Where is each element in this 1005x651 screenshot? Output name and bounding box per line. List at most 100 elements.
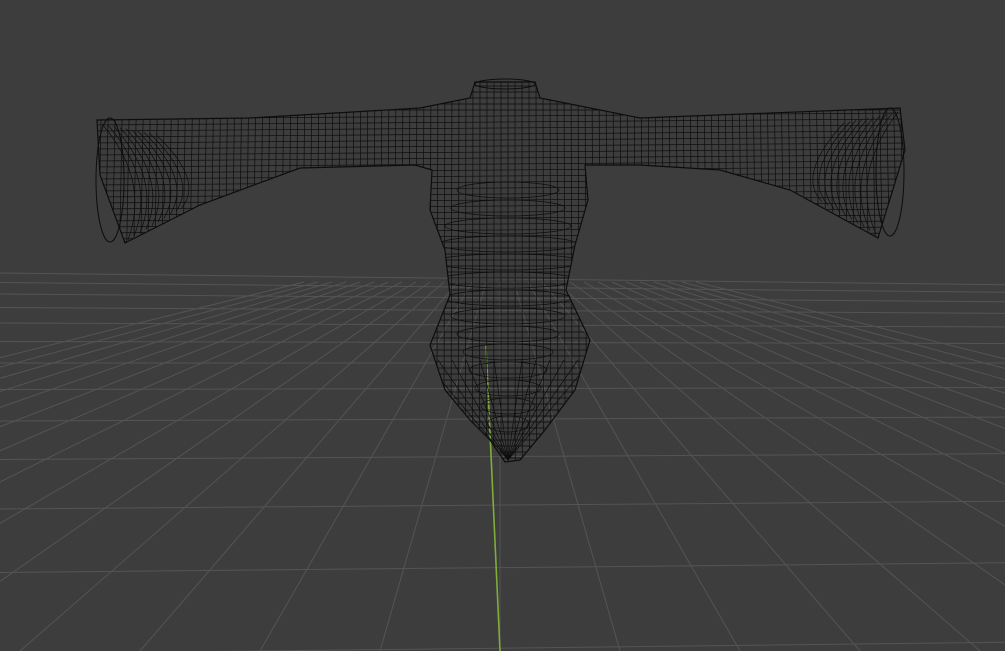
grid-row-line xyxy=(0,500,1005,510)
mesh-edge-vertical xyxy=(675,82,680,462)
mesh-edge-vertical xyxy=(136,82,145,462)
mesh-edge-vertical xyxy=(710,82,716,462)
mesh-edge-vertical xyxy=(619,82,623,462)
mesh-edge-vertical xyxy=(100,82,110,462)
mesh-edge-vertical xyxy=(414,82,418,462)
mesh-edge-vertical xyxy=(300,82,306,462)
mesh-edge-vertical xyxy=(279,82,285,462)
mesh-edge-vertical xyxy=(654,82,659,462)
mesh-edge-vertical xyxy=(907,70,915,470)
3d-viewport[interactable] xyxy=(0,0,1005,651)
mesh-edge-vertical xyxy=(436,82,439,462)
mesh-edge-horizontal xyxy=(97,184,905,192)
mesh-edge-vertical xyxy=(150,82,159,462)
mesh-edge-vertical xyxy=(157,82,166,462)
grid-row-line xyxy=(0,293,1005,303)
mesh-edge-vertical xyxy=(822,82,830,462)
floor-grid xyxy=(0,272,1005,651)
grid-column-line xyxy=(0,281,389,452)
mesh-edge-vertical xyxy=(563,82,566,462)
mesh-edge-vertical xyxy=(871,82,880,462)
mesh-edge-vertical xyxy=(773,82,780,462)
mesh-edge-curve xyxy=(842,116,875,220)
mesh-edge-horizontal xyxy=(97,166,905,174)
grid-column-line xyxy=(583,281,1005,527)
grid-column-line xyxy=(681,281,1005,370)
neck-opening xyxy=(474,78,536,90)
grid-column-line xyxy=(695,281,1005,360)
grid-column-line xyxy=(0,281,319,368)
mesh-edge-vertical xyxy=(457,82,460,462)
mesh-edge-vertical xyxy=(892,82,902,462)
mesh-edge-vertical xyxy=(605,82,609,462)
mesh-edge-vertical xyxy=(379,82,383,462)
mesh-edge-vertical xyxy=(829,82,837,462)
mesh-edge-vertical xyxy=(682,82,687,462)
mesh-edge-vertical xyxy=(661,82,666,462)
mesh-edge-vertical xyxy=(591,82,595,462)
mesh-edge-vertical xyxy=(422,82,425,462)
grid-column-line xyxy=(625,281,1005,430)
mesh-edge-vertical xyxy=(577,82,580,462)
mesh-edge-vertical xyxy=(885,82,894,462)
grid-column-line xyxy=(0,281,333,379)
viewport-canvas[interactable] xyxy=(0,0,1005,651)
mesh-edge-horizontal xyxy=(97,172,905,180)
mesh-edge-vertical xyxy=(738,82,745,462)
mesh-edge-vertical xyxy=(696,82,702,462)
mesh-edge-vertical xyxy=(314,82,320,462)
right-sleeve-cuff xyxy=(875,107,905,237)
mesh-edge-vertical xyxy=(336,82,341,462)
mesh-edge-vertical xyxy=(129,82,138,462)
grid-column-line xyxy=(0,281,417,524)
mesh-edge-vertical xyxy=(766,82,773,462)
grid-column-line xyxy=(139,281,459,651)
mesh-edge-vertical xyxy=(393,82,397,462)
grid-column-line xyxy=(541,281,861,651)
mesh-edge-vertical xyxy=(668,82,673,462)
mesh-edge-vertical xyxy=(794,82,802,462)
mesh-edge-vertical xyxy=(703,82,709,462)
mesh-edge-horizontal xyxy=(97,202,905,210)
mesh-edge-vertical xyxy=(759,82,766,462)
mesh-edge-vertical xyxy=(350,82,355,462)
mesh-edge-horizontal xyxy=(97,190,905,198)
mesh-edge-vertical xyxy=(407,82,411,462)
mesh-edge-vertical xyxy=(386,82,390,462)
mesh-edge-vertical xyxy=(864,82,873,462)
mesh-edge-vertical xyxy=(307,82,313,462)
mesh-edge-vertical xyxy=(357,82,362,462)
mesh-edge-vertical xyxy=(689,82,695,462)
mesh-edge-vertical xyxy=(164,82,173,462)
mesh-edge-vertical xyxy=(787,82,795,462)
mesh-edge-vertical xyxy=(443,82,446,462)
mesh-edge-vertical xyxy=(640,82,645,462)
mesh-edge-vertical xyxy=(612,82,616,462)
mesh-edge-vertical xyxy=(717,82,723,462)
mesh-edge-vertical xyxy=(570,82,573,462)
grid-row-line xyxy=(0,562,1005,573)
mesh-edge-vertical xyxy=(745,82,752,462)
grid-column-line xyxy=(0,281,305,359)
grid-column-line xyxy=(611,281,1005,454)
mesh-edge-vertical xyxy=(329,82,334,462)
grid-column-line xyxy=(653,281,1005,394)
grid-column-line xyxy=(0,281,361,408)
mesh-edge-vertical xyxy=(450,82,453,462)
mesh-edge-horizontal xyxy=(97,208,905,216)
mesh-edge-vertical xyxy=(843,82,852,462)
grid-column-line xyxy=(0,281,347,393)
mesh-edge-vertical xyxy=(286,82,292,462)
mesh-edge-vertical xyxy=(647,82,652,462)
grid-row-line xyxy=(0,272,1005,286)
grid-column-line xyxy=(597,281,1005,485)
mesh-edge-vertical xyxy=(724,82,730,462)
garment-wireframe-mesh[interactable] xyxy=(87,70,915,470)
mesh-edge-vertical xyxy=(633,82,637,462)
mesh-edge-vertical xyxy=(364,82,369,462)
grid-column-line xyxy=(639,281,1005,410)
mesh-edge-horizontal xyxy=(97,220,905,228)
grid-column-line xyxy=(667,281,1005,381)
mesh-edge-vertical xyxy=(372,82,376,462)
grid-column-line xyxy=(0,281,375,428)
